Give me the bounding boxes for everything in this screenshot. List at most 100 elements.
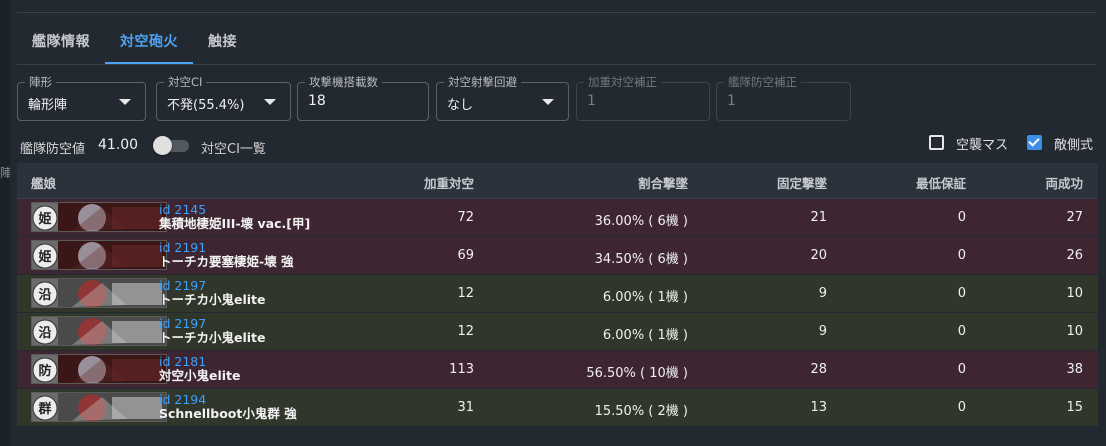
left-edge [0,0,10,446]
table-row: 防 id 2181 対空小鬼elite 113 56.50% ( 10機 ) 2… [17,351,1098,389]
minimum-guarantee-cell: 0 [957,400,966,415]
weighted-aa-cell: 69 [457,248,474,263]
table-body: 姫 id 2145 集積地棲姫III-壊 vac.[甲] 72 36.00% (… [17,199,1098,427]
both-success-cell: 38 [1066,362,1083,377]
fixed-shootdown-cell: 9 [818,324,827,339]
ship-id-link[interactable]: id 2191 [159,241,206,255]
air-raid-checkbox[interactable] [929,135,944,150]
weighted-aa-cell: 31 [457,400,474,415]
ship-type-mark: 姫 [38,249,51,265]
top-divider [17,12,1096,13]
aaci-value: 不発(55.4%) [167,98,245,113]
bomber-count-value: 18 [308,93,326,109]
table-row: 群 id 2194 Schnellboot小鬼群 強 31 15.50% ( 2… [17,389,1098,427]
ship-id-link[interactable]: id 2181 [159,355,206,369]
table-row: 沿 id 2197 トーチカ小鬼elite 12 6.00% ( 1機 ) 9 … [17,275,1098,313]
formation-value: 輪形陣 [28,98,68,113]
both-success-cell: 10 [1066,324,1083,339]
weighted-aa-bonus-value: 1 [587,93,596,109]
proportional-shootdown-cell: 15.50% ( 2機 ) [594,404,688,419]
chevron-down-icon [119,99,131,105]
fleet-aa-label: 艦隊防空値 [20,142,86,157]
fleet-aa-mod-input: 艦隊防空補正 1 [716,75,851,121]
weighted-aa-cell: 12 [457,286,474,301]
ship-name: 集積地棲姫III-壊 vac.[甲] [159,216,311,231]
minimum-guarantee-cell: 0 [957,248,966,263]
both-success-cell: 27 [1066,210,1083,225]
formation-select[interactable]: 陣形 輪形陣 [17,75,146,121]
ship-id-link[interactable]: id 2197 [159,279,206,293]
aaci-label: 対空CI [164,75,207,89]
tab-fleet-info[interactable]: 艦隊情報 [17,20,105,62]
both-success-cell: 26 [1066,248,1083,263]
aa-evasion-value: なし [447,98,474,113]
both-success-cell: 10 [1066,286,1083,301]
fixed-shootdown-cell: 21 [810,210,827,225]
aaci-list-switch-knob[interactable] [153,136,172,155]
ship-banner-image: 群 [31,392,167,422]
weighted-aa-bonus-label: 加重対空補正 [584,75,661,89]
ship-id-link[interactable]: id 2197 [159,317,206,331]
col-both-success: 両成功 [1045,176,1083,191]
fleet-aa-mod-value: 1 [727,93,736,109]
minimum-guarantee-cell: 0 [957,210,966,225]
ship-banner-image: 姫 [31,202,167,232]
ship-banner-image: 沿 [31,316,167,346]
minimum-guarantee-cell: 0 [957,362,966,377]
weighted-aa-cell: 113 [449,362,474,377]
ship-type-mark: 沿 [38,288,51,303]
weighted-aa-cell: 12 [457,324,474,339]
minimum-guarantee-cell: 0 [957,324,966,339]
proportional-shootdown-cell: 6.00% ( 1機 ) [602,328,688,343]
minimum-guarantee-cell: 0 [957,286,966,301]
enemy-formula-checkbox[interactable] [1027,135,1042,150]
proportional-shootdown-cell: 34.50% ( 6機 ) [594,252,688,267]
chevron-down-icon [542,99,554,105]
fixed-shootdown-cell: 9 [818,286,827,301]
ship-banner-image: 防 [31,354,167,384]
ship-type-mark: 防 [38,363,51,379]
col-ship: 艦娘 [31,176,57,191]
weighted-aa-bonus-input: 加重対空補正 1 [576,75,710,121]
bomber-count-label: 攻撃機搭載数 [305,75,382,89]
enemy-formula-label: 敵側式 [1054,138,1094,153]
tab-anti-air-fire[interactable]: 対空砲火 [105,20,193,64]
fleet-aa-value: 41.00 [98,137,139,153]
ship-type-mark: 沿 [38,326,51,341]
fixed-shootdown-cell: 28 [810,362,827,377]
fixed-shootdown-cell: 20 [810,248,827,263]
aaci-select[interactable]: 対空CI 不発(55.4%) [156,75,291,121]
chevron-down-icon [264,99,276,105]
proportional-shootdown-cell: 36.00% ( 6機 ) [594,214,688,229]
anti-air-panel: 陣 艦隊情報 対空砲火 触接 陣形 輪形陣 対空CI 不発(55.4%) 攻撃機… [0,0,1106,446]
ship-id-link[interactable]: id 2145 [159,203,206,217]
col-proportional-shootdown: 割合撃墜 [637,176,688,191]
ship-type-mark: 姫 [38,211,51,227]
col-fixed-shootdown: 固定撃墜 [776,176,827,191]
anti-air-table: 艦娘 加重対空 割合撃墜 固定撃墜 最低保証 両成功 姫 id 2145 集積地… [17,163,1098,427]
proportional-shootdown-cell: 6.00% ( 1機 ) [602,290,688,305]
fixed-shootdown-cell: 13 [810,400,827,415]
formation-label: 陣形 [25,75,56,89]
ship-name: トーチカ小鬼elite [159,330,266,345]
tab-bar: 艦隊情報 対空砲火 触接 [17,20,252,64]
table-row: 姫 id 2191 トーチカ要塞棲姫-壊 強 69 34.50% ( 6機 ) … [17,237,1098,275]
bomber-count-input[interactable]: 攻撃機搭載数 18 [297,75,429,121]
ship-id-link[interactable]: id 2194 [159,393,206,407]
table-row: 沿 id 2197 トーチカ小鬼elite 12 6.00% ( 1機 ) 9 … [17,313,1098,351]
ship-name: トーチカ小鬼elite [159,292,266,307]
ship-banner-image: 沿 [31,278,167,308]
ship-type-mark: 群 [38,401,51,417]
aa-evasion-label: 対空射撃回避 [444,75,521,89]
col-weighted-aa: 加重対空 [423,176,474,191]
left-edge-glyph: 陣 [0,166,10,180]
aaci-list-label: 対空CI一覧 [201,142,266,157]
tabs-divider [17,64,1096,65]
table-row: 姫 id 2145 集積地棲姫III-壊 vac.[甲] 72 36.00% (… [17,199,1098,237]
ship-name: Schnellboot小鬼群 強 [159,406,297,421]
aa-evasion-select[interactable]: 対空射撃回避 なし [436,75,569,121]
proportional-shootdown-cell: 56.50% ( 10機 ) [586,366,688,381]
tab-contact[interactable]: 触接 [193,20,252,62]
air-raid-label: 空襲マス [956,138,1009,153]
ship-name: 対空小鬼elite [159,368,241,383]
